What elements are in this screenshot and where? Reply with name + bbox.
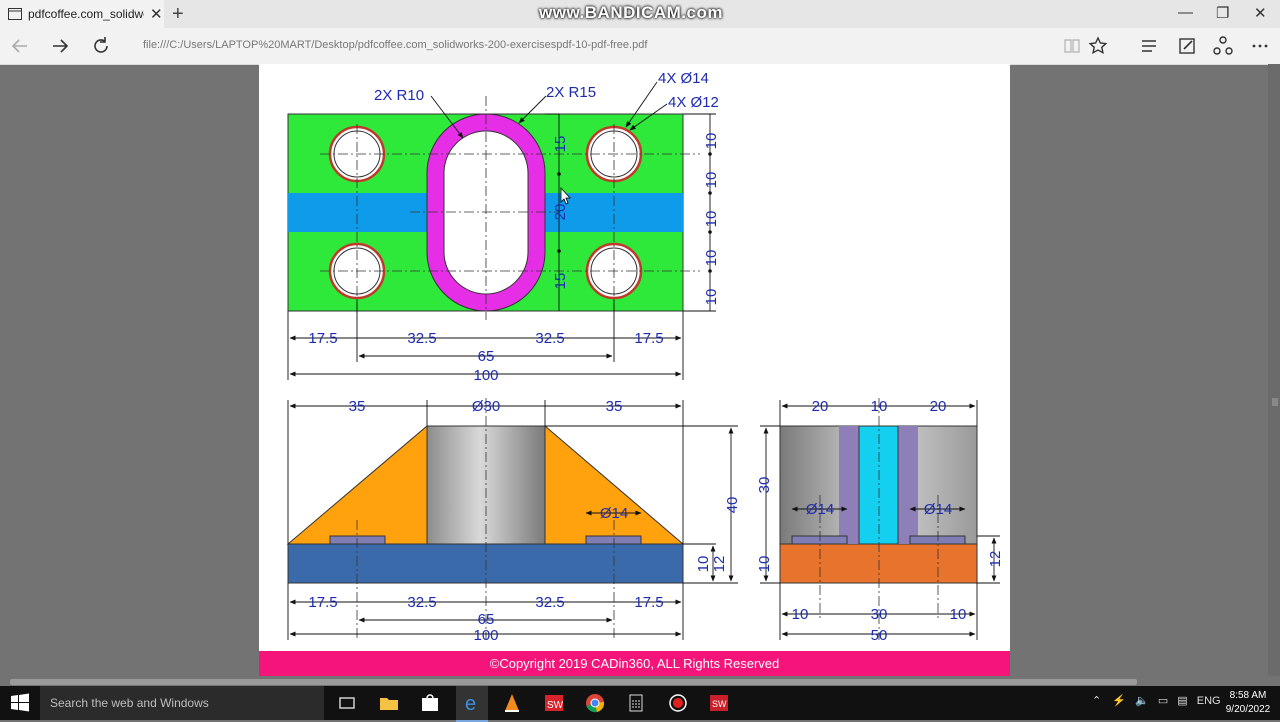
front-dim-left: 35 xyxy=(349,398,366,415)
dim-v-5: 10 xyxy=(703,289,720,306)
network-icon[interactable]: ⚡ xyxy=(1112,695,1126,707)
svg-text:e: e xyxy=(465,693,476,714)
front-dim-b-right: 17.5 xyxy=(634,594,663,611)
vertical-scrollbar[interactable] xyxy=(1268,64,1280,676)
side-dim-b-left: 10 xyxy=(792,606,809,623)
edge-browser-icon[interactable]: e xyxy=(461,692,483,714)
chrome-icon[interactable] xyxy=(584,692,606,714)
svg-text:SW: SW xyxy=(547,700,564,711)
callout-r15: 2X R15 xyxy=(546,84,596,101)
solidworks-2018-icon[interactable]: SW xyxy=(708,692,730,714)
dim-inner-upper: 15 xyxy=(552,136,569,153)
reading-view-icon[interactable] xyxy=(1060,34,1084,58)
restore-button[interactable]: ❐ xyxy=(1216,4,1229,22)
side-dim-base: 10 xyxy=(756,556,773,573)
front-dim-hole: Ø14 xyxy=(600,505,628,522)
side-dim-b-total: 50 xyxy=(871,627,888,644)
side-dim-hole-left: Ø14 xyxy=(806,501,834,518)
side-dim-b-right: 10 xyxy=(950,606,967,623)
vlc-icon[interactable] xyxy=(501,692,523,714)
language-indicator[interactable]: ENG xyxy=(1197,695,1221,707)
front-view xyxy=(286,398,738,640)
share-icon[interactable] xyxy=(1211,34,1235,58)
side-dim-hole-right: Ø14 xyxy=(924,501,952,518)
front-dim-center: Ø30 xyxy=(472,398,500,415)
side-dim-height: 30 xyxy=(756,477,773,494)
refresh-icon[interactable] xyxy=(89,34,113,58)
volume-icon[interactable]: 🔈 xyxy=(1135,695,1149,707)
callout-d14: 4X Ø14 xyxy=(658,70,709,87)
front-dim-right: 35 xyxy=(606,398,623,415)
dim-h-right: 17.5 xyxy=(634,330,663,347)
copyright-footer: ©Copyright 2019 CADin360, ALL Rights Res… xyxy=(259,651,1010,676)
address-bar: file:///C:/Users/LAPTOP%20MART/Desktop/p… xyxy=(0,28,1280,65)
side-dim-center: 10 xyxy=(871,398,888,415)
clock-time: 8:58 AM xyxy=(1229,690,1267,701)
dim-h-midright: 32.5 xyxy=(535,330,564,347)
callout-r10: 2X R10 xyxy=(374,87,424,104)
favorite-star-icon[interactable] xyxy=(1086,34,1110,58)
action-center-icon[interactable]: ▤ xyxy=(1177,695,1187,707)
close-window-button[interactable]: ✕ xyxy=(1254,4,1267,22)
more-menu-icon[interactable] xyxy=(1248,34,1272,58)
front-dim-b-center: 65 xyxy=(478,611,495,628)
browser-tab[interactable]: pdfcoffee.com_solidwork ✕ xyxy=(0,0,164,28)
dim-inner-middle: 20 xyxy=(552,204,569,221)
back-icon[interactable] xyxy=(8,34,32,58)
task-view-icon[interactable] xyxy=(336,692,358,714)
horizontal-scroll-thumb[interactable] xyxy=(10,679,1137,685)
front-dim-base1: 10 xyxy=(695,556,712,573)
dim-v-2: 10 xyxy=(703,172,720,189)
front-dim-b-midright: 32.5 xyxy=(535,594,564,611)
front-dim-b-left: 17.5 xyxy=(308,594,337,611)
tab-close-icon[interactable]: ✕ xyxy=(150,5,163,23)
tray-up-arrow-icon[interactable]: ⌃ xyxy=(1092,695,1101,707)
solidworks-icon[interactable]: SW xyxy=(543,692,565,714)
minimize-button[interactable]: — xyxy=(1178,4,1193,21)
bandicam-record-icon[interactable] xyxy=(667,692,689,714)
front-dim-b-midleft: 32.5 xyxy=(407,594,436,611)
taskbar: Search the web and Windows e SW SW ⌃ ⚡ 🔈… xyxy=(0,686,1280,722)
web-note-icon[interactable] xyxy=(1175,34,1199,58)
side-dim-total-h: 12 xyxy=(987,551,1004,568)
new-tab-button[interactable]: + xyxy=(172,3,184,26)
recording-watermark: www.BANDICAM.com xyxy=(539,3,723,22)
tab-title: pdfcoffee.com_solidwork xyxy=(28,7,144,21)
pdf-page: 2X R10 2X R15 4X Ø14 4X Ø12 10 10 10 10 … xyxy=(259,64,1010,651)
svg-text:SW: SW xyxy=(712,699,727,709)
front-dim-height: 40 xyxy=(724,497,741,514)
search-box[interactable]: Search the web and Windows xyxy=(40,686,324,720)
clock[interactable]: 8:58 AM 9/20/2022 xyxy=(1222,689,1274,717)
front-dim-b-total: 100 xyxy=(473,627,498,644)
side-dim-b-center: 30 xyxy=(871,606,888,623)
side-view xyxy=(760,398,1000,640)
file-explorer-icon[interactable] xyxy=(378,692,400,714)
callout-d12: 4X Ø12 xyxy=(668,94,719,111)
dim-v-4: 10 xyxy=(703,250,720,267)
dim-inner-lower: 15 xyxy=(552,273,569,290)
windows-start-icon[interactable] xyxy=(9,692,31,714)
title-bar: pdfcoffee.com_solidwork ✕ + www.BANDICAM… xyxy=(0,0,1280,28)
vertical-scroll-thumb[interactable] xyxy=(1272,398,1278,406)
side-dim-right: 20 xyxy=(930,398,947,415)
page-icon xyxy=(8,8,22,20)
dim-h-center: 65 xyxy=(478,348,495,365)
battery-icon[interactable]: ▭ xyxy=(1158,695,1168,707)
engineering-drawing: 2X R10 2X R15 4X Ø14 4X Ø12 10 10 10 10 … xyxy=(286,70,1004,644)
url-field[interactable]: file:///C:/Users/LAPTOP%20MART/Desktop/p… xyxy=(143,39,647,51)
hub-icon[interactable] xyxy=(1137,34,1161,58)
dim-v-1: 10 xyxy=(703,133,720,150)
dim-v-3: 10 xyxy=(703,211,720,228)
store-icon[interactable] xyxy=(419,692,441,714)
calculator-icon[interactable] xyxy=(625,692,647,714)
forward-icon[interactable] xyxy=(48,34,72,58)
dim-h-left: 17.5 xyxy=(308,330,337,347)
system-tray[interactable]: ⌃ ⚡ 🔈 ▭ ▤ ENG xyxy=(1092,694,1221,707)
front-dim-base2: 12 xyxy=(711,556,728,573)
search-placeholder: Search the web and Windows xyxy=(50,696,209,710)
dim-h-midleft: 32.5 xyxy=(407,330,436,347)
clock-date: 9/20/2022 xyxy=(1225,704,1271,715)
dim-h-total: 100 xyxy=(473,367,498,384)
side-dim-left: 20 xyxy=(812,398,829,415)
